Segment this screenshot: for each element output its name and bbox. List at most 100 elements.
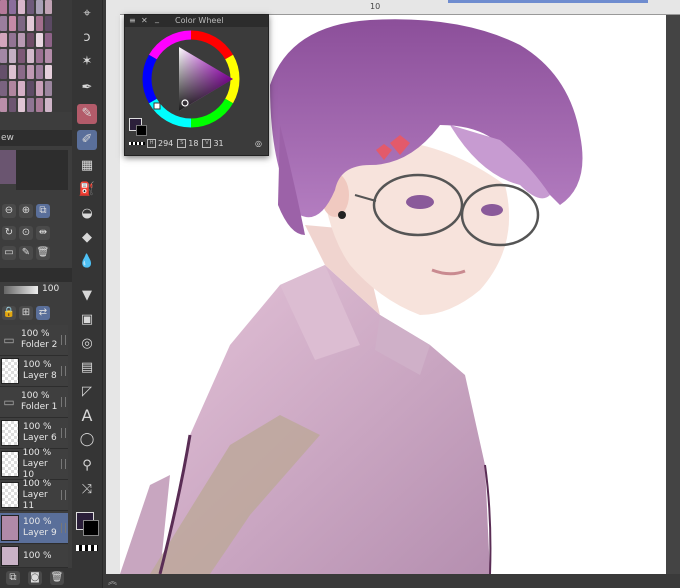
layer-thumbnail — [1, 515, 19, 541]
color-wheel-palette: ≡ ✕ _ Color Wheel H 294 S 18 V 31 ◎ — [124, 14, 269, 156]
transparent-mini[interactable] — [129, 141, 145, 145]
opacity-slider[interactable] — [4, 286, 38, 294]
folder-icon: ▭ — [1, 390, 17, 414]
layer-name: Layer 9 — [23, 528, 57, 538]
layer-name: Layer 8 — [23, 371, 57, 381]
hue-ring[interactable] — [141, 29, 241, 129]
earring — [338, 211, 346, 219]
color-space-toggle-icon[interactable]: ◎ — [255, 139, 262, 148]
pen-icon[interactable]: ✒ — [77, 78, 97, 98]
ruler-mark: 10 — [370, 2, 381, 11]
vertical-ruler — [106, 14, 121, 574]
horizontal-ruler: 10 — [106, 0, 680, 15]
folder-icon[interactable]: ▭ — [2, 246, 16, 260]
layer-name: Folder 1 — [21, 402, 58, 412]
layer-opacity: 100 % — [22, 447, 52, 458]
ruler-icon[interactable]: ◸ — [77, 382, 97, 402]
auto-select-icon[interactable]: ✶ — [77, 52, 97, 72]
minimize-icon[interactable]: _ — [155, 13, 159, 25]
hue-marker[interactable] — [153, 102, 161, 110]
sub-color-mini[interactable] — [136, 125, 147, 136]
menu-icon[interactable]: ≡ — [129, 15, 136, 27]
saturation-label-icon: S — [177, 138, 187, 148]
layer-row[interactable]: 100 % Layer 10 — [0, 447, 68, 480]
navigator-thumbnail — [0, 150, 16, 184]
layer-thumbnail — [1, 482, 19, 508]
zoom-in-icon[interactable]: ⊕ — [19, 204, 33, 218]
layer-thumbnail — [1, 451, 19, 477]
lasso-icon[interactable]: ↄ — [77, 28, 97, 48]
layer-tab[interactable] — [0, 268, 72, 282]
folder-icon: ▭ — [1, 328, 17, 352]
gradient-icon[interactable]: ▣ — [77, 310, 97, 330]
layer-row[interactable]: ▭ 100 % Folder 1 — [0, 387, 68, 418]
delete-layer-icon[interactable]: 🗑 — [50, 571, 64, 585]
layer-opacity: 100 % — [23, 550, 52, 561]
drag-handle[interactable] — [61, 397, 66, 407]
correction-icon[interactable]: ⤨ — [77, 480, 97, 500]
color-wheel-titlebar[interactable]: ≡ ✕ _ Color Wheel — [125, 13, 268, 27]
marker-icon[interactable]: ✎ — [77, 104, 97, 124]
hue-value[interactable]: 294 — [158, 139, 173, 148]
drops-icon[interactable]: 💧 — [77, 252, 97, 272]
eye-right — [481, 204, 503, 216]
layer-row[interactable]: ▭ 100 % Folder 2 — [0, 325, 68, 356]
layer-row[interactable]: 100 % Layer 6 — [0, 418, 68, 449]
brightness-value[interactable]: 31 — [213, 139, 223, 148]
airbrush-icon[interactable]: ⛽ — [77, 180, 97, 200]
blend-icon[interactable]: ◒ — [77, 204, 97, 224]
tool-palette: ⌖ ↄ ✶ ✒ ✎ ✐ ▦ ⛽ ◒ ◆ 💧 ▼ ▣ ◎ ▤ ◸ A ◯ ⚲ ⤨ — [72, 0, 103, 588]
frame-icon[interactable]: ▤ — [77, 358, 97, 378]
layer-thumbnail — [1, 420, 19, 446]
fill-icon[interactable]: ▼ — [77, 286, 97, 306]
layer-thumbnail — [1, 358, 19, 384]
layer-row[interactable]: 100 % Layer 11 — [0, 478, 68, 511]
opacity-value[interactable]: 100 — [42, 284, 59, 294]
edit-icon[interactable]: ✎ — [19, 246, 33, 260]
new-layer-icon[interactable]: ⧉ — [6, 571, 20, 585]
drag-handle[interactable] — [61, 335, 66, 345]
eye-left — [406, 195, 434, 209]
zoom-icon[interactable]: ⌖ — [77, 4, 97, 24]
expand-icon[interactable]: ︽ — [108, 574, 117, 587]
zoom-out-icon[interactable]: ⊖ — [2, 204, 16, 218]
layer-opacity: 100 % — [23, 360, 52, 370]
drag-handle[interactable] — [61, 490, 66, 500]
grid-icon[interactable]: ▦ — [77, 156, 97, 176]
layer-row[interactable]: 100 % Layer 8 — [0, 356, 68, 387]
saturation-value[interactable]: 18 — [188, 139, 198, 148]
drag-handle[interactable] — [61, 428, 66, 438]
flip-horizontal-icon[interactable]: ⇹ — [36, 226, 50, 240]
selection-indicator — [448, 0, 648, 3]
reset-rotation-icon[interactable]: ⊙ — [19, 226, 33, 240]
balloon-icon[interactable]: ◯ — [77, 430, 97, 450]
navigator-tab[interactable]: ew — [0, 130, 72, 146]
layer-opacity: 100 % — [23, 422, 52, 432]
drag-handle[interactable] — [61, 459, 66, 469]
ellipse-icon[interactable]: ◎ — [77, 334, 97, 354]
eraser-icon[interactable]: ◆ — [77, 228, 97, 248]
layer-opacity: 100 % — [22, 478, 52, 489]
sub-color-swatch[interactable] — [83, 520, 99, 536]
brush-icon[interactable]: ✐ — [77, 130, 97, 150]
layer-row-selected[interactable]: 100 % Layer 9 — [0, 513, 68, 544]
lock-icon[interactable]: 🔒 — [2, 306, 16, 320]
drag-handle[interactable] — [61, 366, 66, 376]
close-icon[interactable]: ✕ — [141, 15, 148, 27]
layer-opacity: 100 % — [21, 329, 50, 339]
drag-handle[interactable] — [61, 523, 66, 533]
layer-name: Layer 11 — [22, 489, 48, 511]
color-set-swatches[interactable] — [0, 0, 52, 112]
rotate-icon[interactable]: ↻ — [2, 226, 16, 240]
fit-view-icon[interactable]: ⧉ — [36, 204, 50, 218]
text-icon[interactable]: A — [77, 406, 97, 426]
transparent-color-swatch[interactable] — [76, 545, 98, 551]
eyedropper-icon[interactable]: ⚲ — [77, 456, 97, 476]
clip-icon[interactable]: ⊞ — [19, 306, 33, 320]
mask-icon[interactable]: ◙ — [28, 571, 42, 585]
layer-row[interactable]: 100 % — [0, 545, 68, 568]
layer-name: Layer 6 — [23, 433, 57, 443]
reference-icon[interactable]: ⇄ — [36, 306, 50, 320]
canvas-status-bar: ︽ — [106, 574, 680, 588]
trash-icon[interactable]: 🗑 — [36, 246, 50, 260]
